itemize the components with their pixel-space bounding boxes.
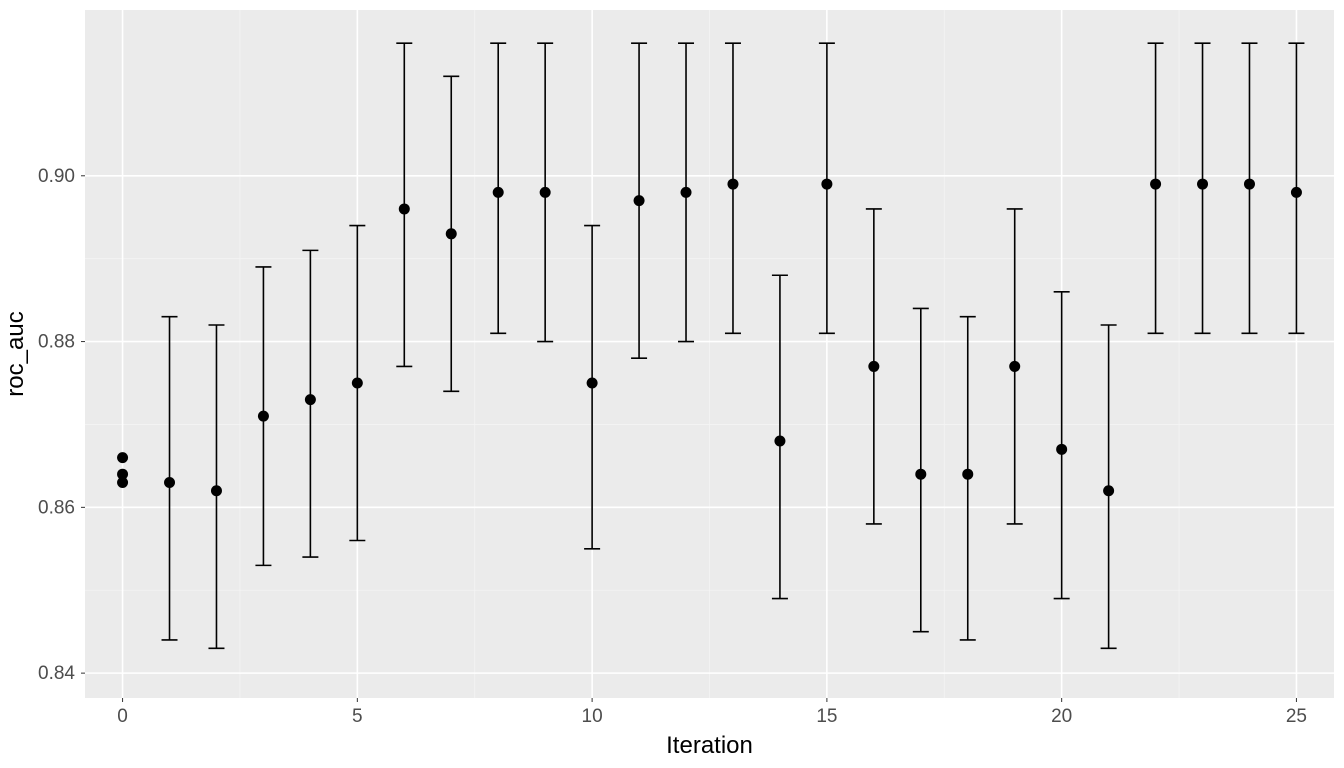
- data-point: [868, 361, 879, 372]
- y-axis-title: roc_auc: [2, 311, 29, 396]
- data-point: [211, 485, 222, 496]
- data-point: [352, 378, 363, 389]
- data-point: [681, 187, 692, 198]
- roc-auc-iteration-chart: 0 5 10 15 20 25 0.84 0.86 0.88 0.90 Iteration roc_a…: [0, 0, 1344, 768]
- data-point: [1150, 179, 1161, 190]
- data-point: [774, 436, 785, 447]
- data-point: [1291, 187, 1302, 198]
- y-tick-label: 0.84: [38, 663, 75, 684]
- y-tick-label: 0.86: [38, 497, 75, 518]
- data-point: [305, 394, 316, 405]
- data-point: [727, 179, 738, 190]
- data-point: [1103, 485, 1114, 496]
- data-point: [540, 187, 551, 198]
- x-tick-label: 10: [582, 706, 603, 727]
- data-point: [634, 195, 645, 206]
- data-point: [915, 469, 926, 480]
- data-point: [962, 469, 973, 480]
- data-point-initial: [117, 469, 128, 480]
- x-axis: 0 5 10 15 20 25: [117, 698, 1307, 727]
- data-point: [493, 187, 504, 198]
- x-tick-label: 25: [1286, 706, 1307, 727]
- data-point: [399, 203, 410, 214]
- y-axis: 0.84 0.86 0.88 0.90: [38, 166, 85, 684]
- data-point: [1244, 179, 1255, 190]
- data-point: [1197, 179, 1208, 190]
- data-point: [587, 378, 598, 389]
- data-point: [258, 411, 269, 422]
- y-tick-label: 0.88: [38, 332, 75, 353]
- data-point: [1009, 361, 1020, 372]
- chart-svg: 0 5 10 15 20 25 0.84 0.86 0.88 0.90 Iteration roc_a…: [0, 0, 1344, 768]
- data-point: [164, 477, 175, 488]
- data-point: [821, 179, 832, 190]
- data-point: [1056, 444, 1067, 455]
- x-tick-label: 15: [816, 706, 837, 727]
- data-point-initial: [117, 452, 128, 463]
- x-axis-title: Iteration: [666, 732, 753, 759]
- y-tick-label: 0.90: [38, 166, 75, 187]
- x-tick-label: 0: [117, 706, 128, 727]
- x-tick-label: 5: [352, 706, 363, 727]
- x-tick-label: 20: [1051, 706, 1072, 727]
- data-point: [446, 228, 457, 239]
